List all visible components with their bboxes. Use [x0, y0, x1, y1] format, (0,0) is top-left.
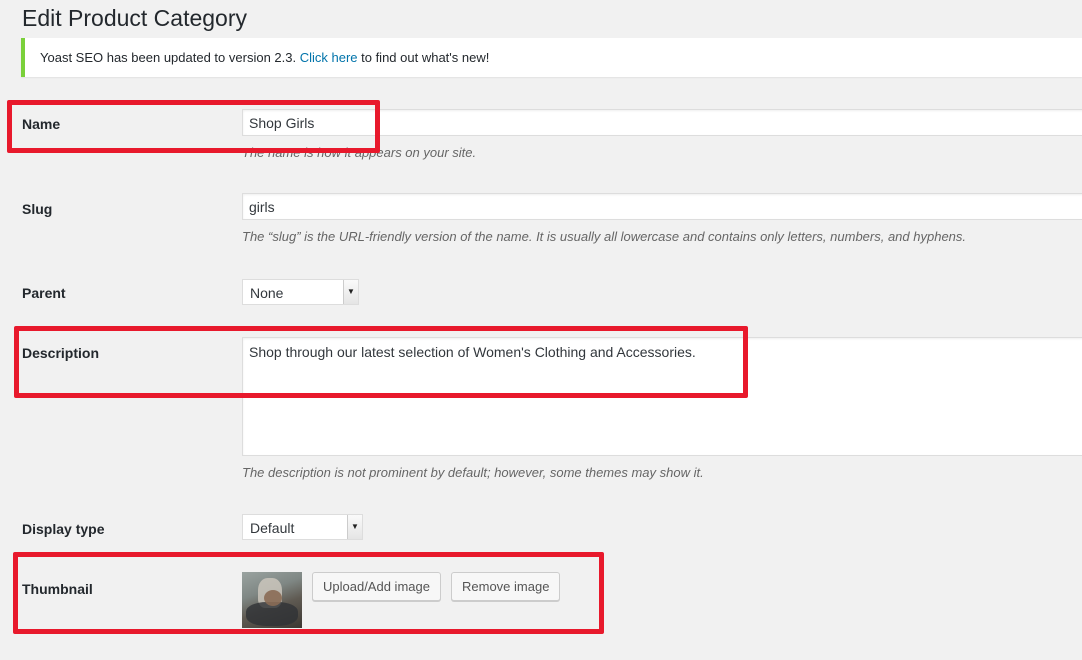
- highlight-name: [7, 100, 380, 153]
- description-help-text: The description is not prominent by defa…: [242, 465, 704, 480]
- parent-label: Parent: [22, 285, 66, 301]
- notice-link[interactable]: Click here: [300, 50, 358, 65]
- highlight-thumbnail: [13, 552, 604, 634]
- display-type-select[interactable]: Default ▼: [242, 514, 363, 540]
- update-notice: Yoast SEO has been updated to version 2.…: [21, 38, 1082, 77]
- parent-selected-value: None: [250, 285, 284, 301]
- slug-label: Slug: [22, 201, 53, 217]
- slug-field[interactable]: girls: [242, 193, 1082, 220]
- chevron-down-icon: ▼: [343, 280, 358, 304]
- parent-select[interactable]: None ▼: [242, 279, 359, 305]
- highlight-description: [14, 326, 748, 398]
- chevron-down-icon: ▼: [347, 515, 362, 539]
- display-type-label: Display type: [22, 521, 105, 537]
- slug-help-text: The “slug” is the URL-friendly version o…: [242, 229, 967, 244]
- notice-text-before: Yoast SEO has been updated to version 2.…: [40, 50, 300, 65]
- notice-text-after: to find out what's new!: [357, 50, 490, 65]
- notice-text: Yoast SEO has been updated to version 2.…: [40, 50, 489, 65]
- display-type-selected-value: Default: [250, 520, 295, 536]
- page-title: Edit Product Category: [22, 5, 248, 31]
